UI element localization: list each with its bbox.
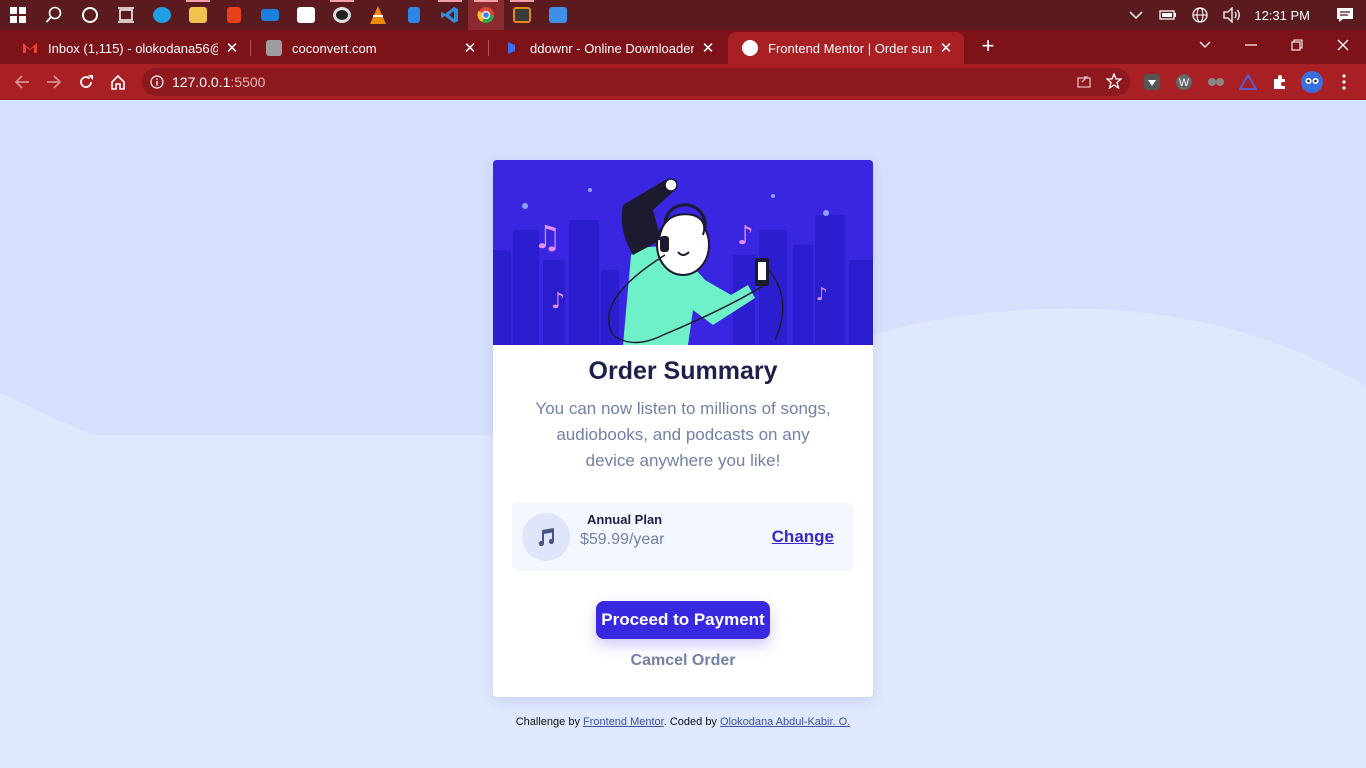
file-explorer-icon[interactable] <box>180 0 216 30</box>
minimize-button[interactable] <box>1228 30 1274 60</box>
tab-frontend-mentor[interactable]: Frontend Mentor | Order summary ✕ <box>728 32 964 64</box>
url-port: :5500 <box>230 74 266 90</box>
windows-taskbar: 12:31 PM <box>0 0 1366 30</box>
plan-name: Annual Plan <box>587 512 663 527</box>
gmail-icon <box>22 40 38 56</box>
back-button[interactable] <box>8 68 36 96</box>
frontend-mentor-link[interactable]: Frontend Mentor <box>583 716 664 728</box>
order-summary-card: ♫ ♪ ♪ ♪ Order Summary You can now listen… <box>493 160 873 697</box>
extensions-puzzle-icon[interactable] <box>1268 70 1292 94</box>
attribution: Challenge by Frontend Mentor. Coded by O… <box>0 716 1366 728</box>
svg-text:W: W <box>1179 77 1190 89</box>
tab-gmail[interactable]: Inbox (1,115) - olokodana56@gm ✕ <box>8 32 250 64</box>
browser-toolbar: 127.0.0.1:5500 W <box>0 64 1366 100</box>
attribution-middle: . Coded by <box>663 716 720 728</box>
author-link[interactable]: Olokodana Abdul-Kabir. O. <box>720 716 850 728</box>
menu-kebab-icon[interactable] <box>1332 70 1356 94</box>
ddownr-icon <box>504 40 520 56</box>
close-icon[interactable]: ✕ <box>462 39 478 57</box>
media-player-icon[interactable] <box>324 0 360 30</box>
attribution-prefix: Challenge by <box>515 716 584 728</box>
battery-icon[interactable] <box>1152 0 1184 30</box>
frontend-mentor-icon <box>742 40 758 56</box>
svg-text:♪: ♪ <box>816 284 828 305</box>
sublime-icon[interactable] <box>504 0 540 30</box>
plan-box: Annual Plan $59.99/year Change <box>512 503 854 571</box>
share-icon[interactable] <box>1076 73 1092 94</box>
tab-title: Frontend Mentor | Order summary <box>768 40 932 56</box>
office-icon[interactable] <box>216 0 252 30</box>
triangle-extension-icon[interactable] <box>1236 70 1260 94</box>
coconvert-icon <box>266 40 282 56</box>
description-text: You can now listen to millions of songs,… <box>535 399 831 470</box>
home-button[interactable] <box>104 68 132 96</box>
tab-title: Inbox (1,115) - olokodana56@gm <box>48 40 218 56</box>
taskbar-clock[interactable]: 12:31 PM <box>1248 8 1324 23</box>
url-host: 127.0.0.1 <box>172 74 231 90</box>
download-extension-icon[interactable] <box>1140 70 1164 94</box>
search-icon[interactable] <box>36 0 72 30</box>
notification-icon[interactable] <box>1324 0 1366 30</box>
browser-tab-strip: Inbox (1,115) - olokodana56@gm ✕ coconve… <box>0 30 1366 64</box>
cancel-order-button[interactable]: Camcel Order <box>493 652 873 670</box>
cortana-icon[interactable] <box>72 0 108 30</box>
tab-search-chevron-icon[interactable] <box>1182 30 1228 60</box>
close-window-button[interactable] <box>1320 30 1366 60</box>
chrome-icon[interactable] <box>468 0 504 30</box>
mail-icon[interactable] <box>252 0 288 30</box>
profile-avatar[interactable] <box>1300 70 1324 94</box>
proceed-to-payment-button[interactable]: Proceed to Payment <box>596 601 770 639</box>
address-bar[interactable]: 127.0.0.1:5500 <box>142 68 1130 96</box>
vlc-icon[interactable] <box>360 0 396 30</box>
tab-ddownr[interactable]: ddownr - Online Downloader ✕ <box>490 32 726 64</box>
windows-start-icon[interactable] <box>0 0 36 30</box>
tab-separator <box>250 40 251 56</box>
photos-icon[interactable] <box>540 0 576 30</box>
site-info-icon[interactable] <box>142 75 172 89</box>
w-extension-icon[interactable]: W <box>1172 70 1196 94</box>
hero-illustration: ♫ ♪ ♪ ♪ <box>493 160 873 345</box>
svg-text:♫: ♫ <box>533 218 562 256</box>
close-icon[interactable]: ✕ <box>224 39 240 57</box>
new-tab-button[interactable]: + <box>976 34 1000 58</box>
volume-icon[interactable] <box>1216 0 1248 30</box>
glasses-extension-icon[interactable] <box>1204 70 1228 94</box>
store-icon[interactable] <box>288 0 324 30</box>
tab-coconvert[interactable]: coconvert.com ✕ <box>252 32 488 64</box>
tab-title: coconvert.com <box>292 40 377 56</box>
globe-icon[interactable] <box>1184 0 1216 30</box>
url-text[interactable]: 127.0.0.1:5500 <box>172 74 265 90</box>
page-title: Order Summary <box>588 357 778 385</box>
edge-icon[interactable] <box>144 0 180 30</box>
plan-price: $59.99/year <box>580 531 665 548</box>
music-note-icon <box>522 513 570 561</box>
tab-separator <box>488 40 489 56</box>
forward-button[interactable] <box>40 68 68 96</box>
svg-text:♪: ♪ <box>737 221 754 251</box>
bookmark-star-icon[interactable] <box>1105 72 1123 94</box>
notes-icon[interactable] <box>396 0 432 30</box>
change-plan-link[interactable]: Change <box>772 527 834 547</box>
vscode-icon[interactable] <box>432 0 468 30</box>
web-page: ♫ ♪ ♪ ♪ Order Summary You can now listen… <box>0 101 1366 768</box>
close-icon[interactable]: ✕ <box>938 39 954 57</box>
restore-button[interactable] <box>1274 30 1320 60</box>
svg-text:♪: ♪ <box>551 289 565 314</box>
reload-button[interactable] <box>72 68 100 96</box>
task-view-icon[interactable] <box>108 0 144 30</box>
chevron-up-icon[interactable] <box>1120 0 1152 30</box>
close-icon[interactable]: ✕ <box>700 39 716 57</box>
tab-title: ddownr - Online Downloader <box>530 40 694 56</box>
